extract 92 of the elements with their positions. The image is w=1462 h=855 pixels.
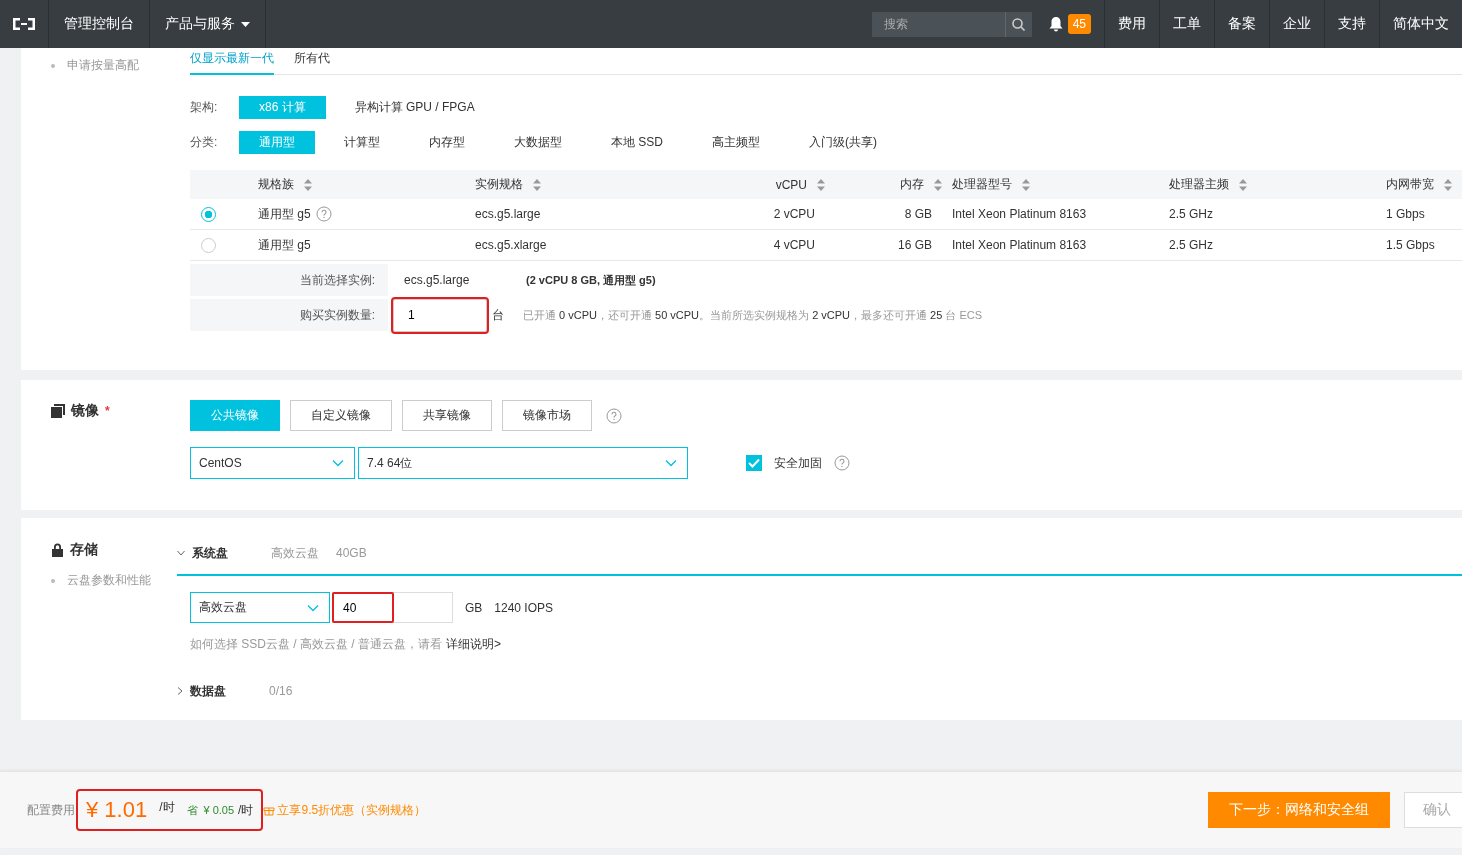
- details-link[interactable]: 详细说明>: [446, 636, 502, 653]
- table-cell: 1 Gbps: [1386, 207, 1425, 221]
- column-header[interactable]: 实例规格: [475, 176, 523, 193]
- caret-down-icon: [241, 21, 250, 27]
- disk-label[interactable]: 数据盘: [190, 682, 262, 700]
- nav-link[interactable]: 简体中文: [1380, 0, 1462, 48]
- table-cell: 1.5 Gbps: [1386, 238, 1435, 252]
- table-cell: Intel Xeon Platinum 8163: [952, 207, 1087, 221]
- search-field[interactable]: 搜索: [871, 11, 1005, 37]
- sort-icon: [533, 178, 541, 191]
- generation-tab[interactable]: 所有代: [294, 48, 350, 75]
- sort-icon: [1444, 178, 1452, 191]
- sort-icon: [1239, 178, 1247, 191]
- table-cell: 2.5 GHz: [1169, 207, 1213, 221]
- option-tab[interactable]: 高主频型: [692, 131, 780, 154]
- notification-count: 45: [1067, 14, 1091, 34]
- image-stack-icon: [51, 404, 65, 418]
- table-cell: 4 vCPU: [773, 238, 815, 252]
- column-header[interactable]: 处理器主频: [1169, 176, 1229, 193]
- summary-label: 当前选择实例:: [190, 264, 388, 296]
- disk-count: 0/16: [269, 684, 293, 698]
- column-header[interactable]: 处理器型号: [952, 176, 1012, 193]
- table-cell: Intel Xeon Platinum 8163: [952, 238, 1087, 252]
- hint-text: 如何选择 SSD云盘 / 高效云盘 / 普通云盘，请看: [190, 636, 442, 653]
- side-note: 云盘参数和性能: [67, 572, 151, 589]
- version-select[interactable]: 7.4 64位: [358, 447, 688, 479]
- disk-size-field[interactable]: 40: [332, 592, 453, 623]
- image-tab[interactable]: 自定义镜像: [290, 400, 392, 431]
- column-header[interactable]: 内存: [900, 176, 924, 193]
- checkmark-icon: [748, 458, 760, 468]
- iops-value: 1240 IOPS: [494, 600, 554, 615]
- lock-icon: [51, 543, 64, 557]
- sort-icon: [934, 178, 942, 191]
- chevron-down-icon: [307, 603, 319, 612]
- table-cell: ecs.g5.xlarge: [475, 238, 547, 252]
- savings-label: 省: [186, 802, 198, 818]
- field-label: 分类:: [190, 134, 219, 151]
- option-tab[interactable]: 大数据型: [494, 131, 582, 154]
- option-tab[interactable]: 入门级(共享): [789, 131, 897, 154]
- table-cell: 2.5 GHz: [1169, 238, 1213, 252]
- sort-icon: [304, 178, 312, 191]
- chevron-down-icon: [665, 459, 677, 467]
- checkbox-label: 安全加固: [774, 454, 822, 472]
- price-unit: /时: [159, 799, 175, 816]
- disk-type: 高效云盘: [271, 544, 319, 562]
- table-cell: 通用型 g5: [258, 236, 311, 254]
- price-amount: ¥ 1.01: [86, 797, 148, 823]
- quantity-field[interactable]: 1: [393, 298, 487, 332]
- option-tab[interactable]: 内存型: [409, 131, 485, 154]
- checkbox[interactable]: [746, 455, 762, 471]
- required-mark: *: [105, 404, 110, 418]
- price-label: 配置费用: [27, 801, 75, 819]
- selected-instance: ecs.g5.large: [404, 273, 471, 287]
- help-icon: [606, 407, 622, 424]
- table-cell: 8 GB: [904, 207, 932, 221]
- sort-icon: [817, 178, 825, 191]
- unit-label: GB: [465, 600, 483, 615]
- disk-label[interactable]: 系统盘: [192, 544, 264, 562]
- search-button[interactable]: [1004, 11, 1032, 37]
- field-label: 架构:: [190, 99, 219, 116]
- column-header[interactable]: 规格族: [258, 176, 294, 193]
- column-header[interactable]: 内网带宽: [1386, 176, 1434, 193]
- chevron-down-icon: [332, 459, 344, 467]
- side-note: 申请按量高配: [67, 57, 139, 74]
- option-tab[interactable]: 本地 SSD: [591, 131, 683, 154]
- bell-icon[interactable]: [1048, 16, 1063, 32]
- section-title: 存储: [70, 541, 98, 559]
- search-icon: [1011, 17, 1025, 31]
- disk-type-select[interactable]: 高效云盘: [190, 592, 330, 623]
- quota-note: 已开通 0 vCPU，还可开通 50 vCPU。当前所选实例规格为 2 vCPU，最多还可开通 25 台 ECS: [523, 307, 983, 323]
- section-title: 镜像: [71, 402, 99, 420]
- os-select[interactable]: CentOS: [190, 447, 355, 479]
- option-tab[interactable]: 计算型: [324, 131, 400, 154]
- table-cell: ecs.g5.large: [475, 207, 541, 221]
- logo-icon: [11, 16, 37, 32]
- instance-description: (2 vCPU 8 GB, 通用型 g5): [526, 272, 656, 288]
- option-tab[interactable]: 异构计算 GPU / FPGA: [334, 96, 495, 119]
- column-header[interactable]: vCPU: [775, 177, 807, 192]
- image-tab[interactable]: 共享镜像: [402, 400, 492, 431]
- table-cell: 通用型 g5: [258, 205, 311, 223]
- gift-icon: [263, 804, 276, 816]
- table-cell: 2 vCPU: [773, 207, 815, 221]
- table-cell: 16 GB: [897, 238, 932, 252]
- radio-button[interactable]: [201, 206, 216, 222]
- sort-icon: [1022, 178, 1030, 191]
- unit-label: 台: [492, 306, 505, 324]
- summary-label: 购买实例数量:: [190, 299, 388, 331]
- help-icon: [834, 455, 850, 471]
- savings-amount: ¥ 0.05: [203, 804, 235, 816]
- disk-size: 40GB: [336, 546, 367, 560]
- price-unit: /时: [238, 801, 254, 819]
- image-tab[interactable]: 镜像市场: [502, 400, 592, 431]
